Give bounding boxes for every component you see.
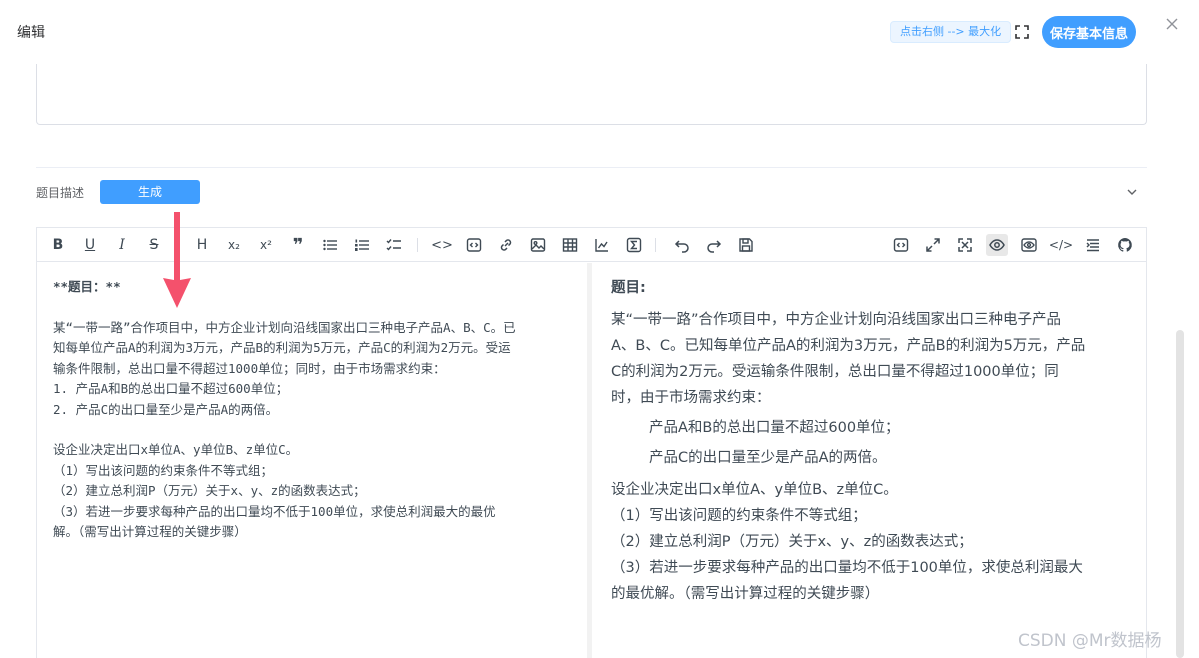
maximize-icon[interactable] — [1015, 24, 1029, 39]
unordered-list-icon[interactable] — [319, 234, 341, 256]
source-line: 输条件限制，总出口量不得超过1000单位；同时，由于市场需求约束： — [53, 360, 446, 376]
source-line: 解。（需写出计算过程的关键步骤） — [53, 524, 247, 539]
previous-textarea[interactable] — [36, 64, 1147, 125]
source-line — [53, 420, 571, 440]
preview-list-item: 产品A和B的总出口量不超过600单位； — [649, 420, 900, 436]
inline-code-icon[interactable]: <> — [431, 234, 453, 256]
source-line: 某“一带一路”合作项目中，中方企业计划向沿线国家出口三种电子产品A、B、C。已 — [53, 319, 516, 335]
preview-line: （3）若进一步要求每种产品的出口量均不低于100单位，求使总利润最大 — [611, 560, 1083, 576]
preview-icon[interactable] — [986, 234, 1008, 256]
link-icon[interactable] — [495, 234, 517, 256]
quote-icon[interactable]: ❞ — [287, 234, 309, 256]
bold-icon[interactable]: B — [47, 234, 69, 256]
source-line: 1. 产品A和B的总出口量不超过600单位； — [53, 381, 289, 396]
red-arrow-annotation — [163, 212, 191, 308]
dialog-header: 编辑 点击右侧 --> 最大化 保存基本信息 — [0, 0, 1199, 64]
preview-paragraph-1: 某“一带一路”合作项目中，中方企业计划向沿线国家出口三种电子产品 A、B、C。已知… — [611, 307, 1131, 411]
ordered-list-icon[interactable] — [351, 234, 373, 256]
preview-list: 产品A和B的总出口量不超过600单位； 产品C的出口量至少是产品A的两倍。 — [611, 415, 1131, 471]
preview-line: 设企业决定出口x单位A、y单位B、z单位C。 — [611, 482, 898, 498]
source-line: 设企业决定出口x单位A、y单位B、z单位C。 — [53, 442, 299, 457]
source-line: （2）建立总利润P（万元）关于x、y、z的函数表达式； — [53, 483, 366, 498]
preview-line: 某“一带一路”合作项目中，中方企业计划向沿线国家出口三种电子产品 — [611, 312, 1062, 328]
source-line: 知每单位产品A的利润为3万元，产品B的利润为5万元，产品C的利润为2万元。受运 — [53, 340, 511, 355]
underline-icon[interactable]: U — [79, 234, 101, 256]
source-line: 2. 产品C的出口量至少是产品A的两倍。 — [53, 401, 279, 417]
divider — [36, 167, 1147, 168]
editor-toolbar: B U I S H x₂ x² ❞ <> </> — [37, 228, 1146, 262]
image-icon[interactable] — [527, 234, 549, 256]
save-icon[interactable] — [735, 234, 757, 256]
split-divider[interactable] — [587, 263, 592, 658]
github-icon[interactable] — [1114, 234, 1136, 256]
generate-button[interactable]: 生成 — [100, 180, 200, 204]
expand-icon[interactable] — [922, 234, 944, 256]
fullscreen-icon[interactable] — [954, 234, 976, 256]
source-line: **题目：** — [53, 279, 121, 294]
scrollbar[interactable] — [1176, 330, 1184, 658]
preview-heading: 题目: — [611, 280, 646, 296]
source-line: （3）若进一步要求每种产品的出口量均不低于100单位，求使总利润最大的最优 — [53, 503, 496, 519]
preview-paragraph-2: 设企业决定出口x单位A、y单位B、z单位C。 （1）写出该问题的约束条件不等式组；… — [611, 477, 1131, 607]
preview-line: 的最优解。（需写出计算过程的关键步骤） — [611, 586, 880, 602]
undo-icon[interactable] — [671, 234, 693, 256]
maximize-hint: 点击右侧 --> 最大化 — [890, 21, 1012, 43]
markdown-preview: 题目: 某“一带一路”合作项目中，中方企业计划向沿线国家出口三种电子产品 A、B、… — [611, 263, 1131, 658]
heading-icon[interactable]: H — [191, 234, 213, 256]
source-line: （1）写出该问题的约束条件不等式组； — [53, 462, 274, 478]
markdown-source[interactable]: **题目：** 某“一带一路”合作项目中，中方企业计划向沿线国家出口三种电子产品A… — [37, 263, 587, 658]
chevron-down-icon[interactable] — [1125, 184, 1139, 198]
preview-line: （1）写出该问题的约束条件不等式组； — [611, 508, 867, 524]
catalog-icon[interactable] — [890, 234, 912, 256]
superscript-icon[interactable]: x² — [255, 234, 277, 256]
outline-icon[interactable] — [1082, 234, 1104, 256]
task-list-icon[interactable] — [383, 234, 405, 256]
redo-icon[interactable] — [703, 234, 725, 256]
preview-line: 时，由于市场需求约束： — [611, 390, 771, 406]
table-icon[interactable] — [559, 234, 581, 256]
italic-icon[interactable]: I — [111, 234, 133, 256]
code-block-icon[interactable] — [463, 234, 485, 256]
markdown-editor: B U I S H x₂ x² ❞ <> </> **题目：** 某“一带一路”… — [36, 227, 1147, 658]
source-line — [53, 298, 571, 318]
dialog-title: 编辑 — [17, 25, 45, 41]
preview-line: C的利润为2万元。受运输条件限制，总出口量不得超过1000单位；同 — [611, 364, 1059, 380]
html-code-icon[interactable]: </> — [1049, 234, 1073, 256]
close-icon[interactable] — [1164, 16, 1180, 32]
preview-line: （2）建立总利润P（万元）关于x、y、z的函数表达式； — [611, 534, 973, 550]
chart-icon[interactable] — [591, 234, 613, 256]
description-label: 题目描述 — [36, 186, 85, 200]
watermark: CSDN @Mr数据杨 — [1018, 631, 1162, 651]
formula-icon[interactable] — [623, 234, 645, 256]
save-basic-info-button[interactable]: 保存基本信息 — [1042, 16, 1137, 48]
preview-only-icon[interactable] — [1018, 234, 1040, 256]
preview-list-item: 产品C的出口量至少是产品A的两倍。 — [649, 450, 887, 466]
subscript-icon[interactable]: x₂ — [223, 234, 245, 256]
preview-line: A、B、C。已知每单位产品A的利润为3万元，产品B的利润为5万元，产品 — [611, 338, 1086, 354]
